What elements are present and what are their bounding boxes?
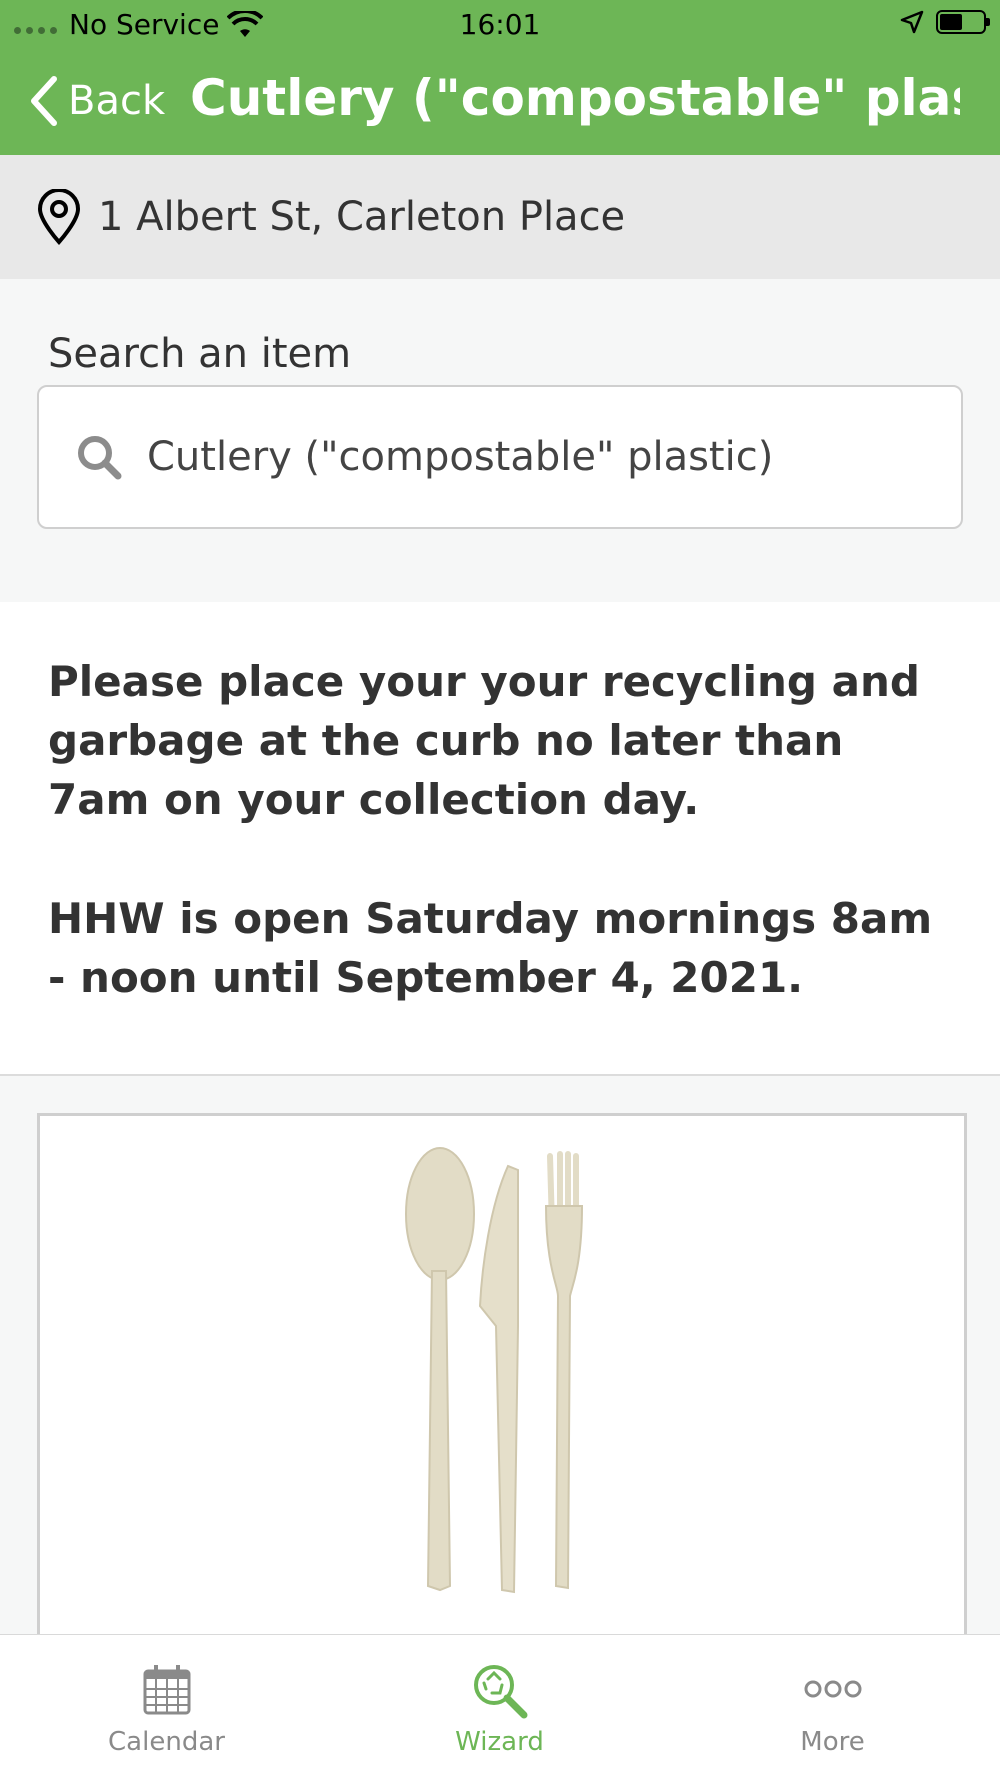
address-text: 1 Albert St, Carleton Place bbox=[98, 194, 626, 240]
back-label: Back bbox=[68, 78, 166, 124]
search-box[interactable] bbox=[37, 385, 963, 529]
page-title: Cutlery ("compostable" plast... bbox=[190, 69, 960, 127]
status-right bbox=[900, 10, 990, 34]
status-bar: No Service 16:01 bbox=[0, 0, 1000, 50]
location-pin-icon bbox=[37, 189, 81, 245]
clock: 16:01 bbox=[459, 8, 541, 41]
item-image-card bbox=[37, 1113, 967, 1673]
calendar-icon bbox=[143, 1665, 190, 1715]
search-section: Search an item bbox=[0, 279, 1000, 602]
tab-more-label: More bbox=[800, 1727, 865, 1757]
chevron-left-icon bbox=[31, 76, 57, 126]
notice-paragraph-1: Please place your your recycling and gar… bbox=[48, 657, 920, 824]
navigation-bar: Back Cutlery ("compostable" plast... bbox=[0, 55, 1000, 155]
search-label: Search an item bbox=[48, 331, 352, 377]
tab-wizard-label: Wizard bbox=[455, 1727, 544, 1757]
search-icon bbox=[78, 436, 122, 480]
more-icon bbox=[804, 1680, 861, 1698]
item-image-section bbox=[0, 1076, 1000, 1673]
tab-calendar[interactable]: Calendar bbox=[0, 1635, 333, 1779]
tab-wizard[interactable]: Wizard bbox=[333, 1635, 666, 1779]
tab-calendar-label: Calendar bbox=[108, 1727, 225, 1757]
address-bar[interactable]: 1 Albert St, Carleton Place bbox=[0, 155, 1000, 279]
top-bar: No Service 16:01 Back Cutlery ("composta… bbox=[0, 0, 1000, 155]
tab-bar: Calendar Wizard More bbox=[0, 1634, 1000, 1779]
notice-message: Please place your your recycling and gar… bbox=[0, 602, 1000, 1076]
notice-paragraph-2: HHW is open Saturday mornings 8am - noon… bbox=[48, 894, 933, 1002]
location-arrow-icon bbox=[900, 10, 924, 34]
cutlery-image bbox=[405, 1147, 584, 1594]
tab-more[interactable]: More bbox=[666, 1635, 999, 1779]
back-button[interactable]: Back bbox=[28, 75, 165, 127]
wizard-icon bbox=[473, 1665, 527, 1719]
search-input[interactable] bbox=[145, 433, 929, 481]
battery-icon bbox=[936, 10, 990, 34]
